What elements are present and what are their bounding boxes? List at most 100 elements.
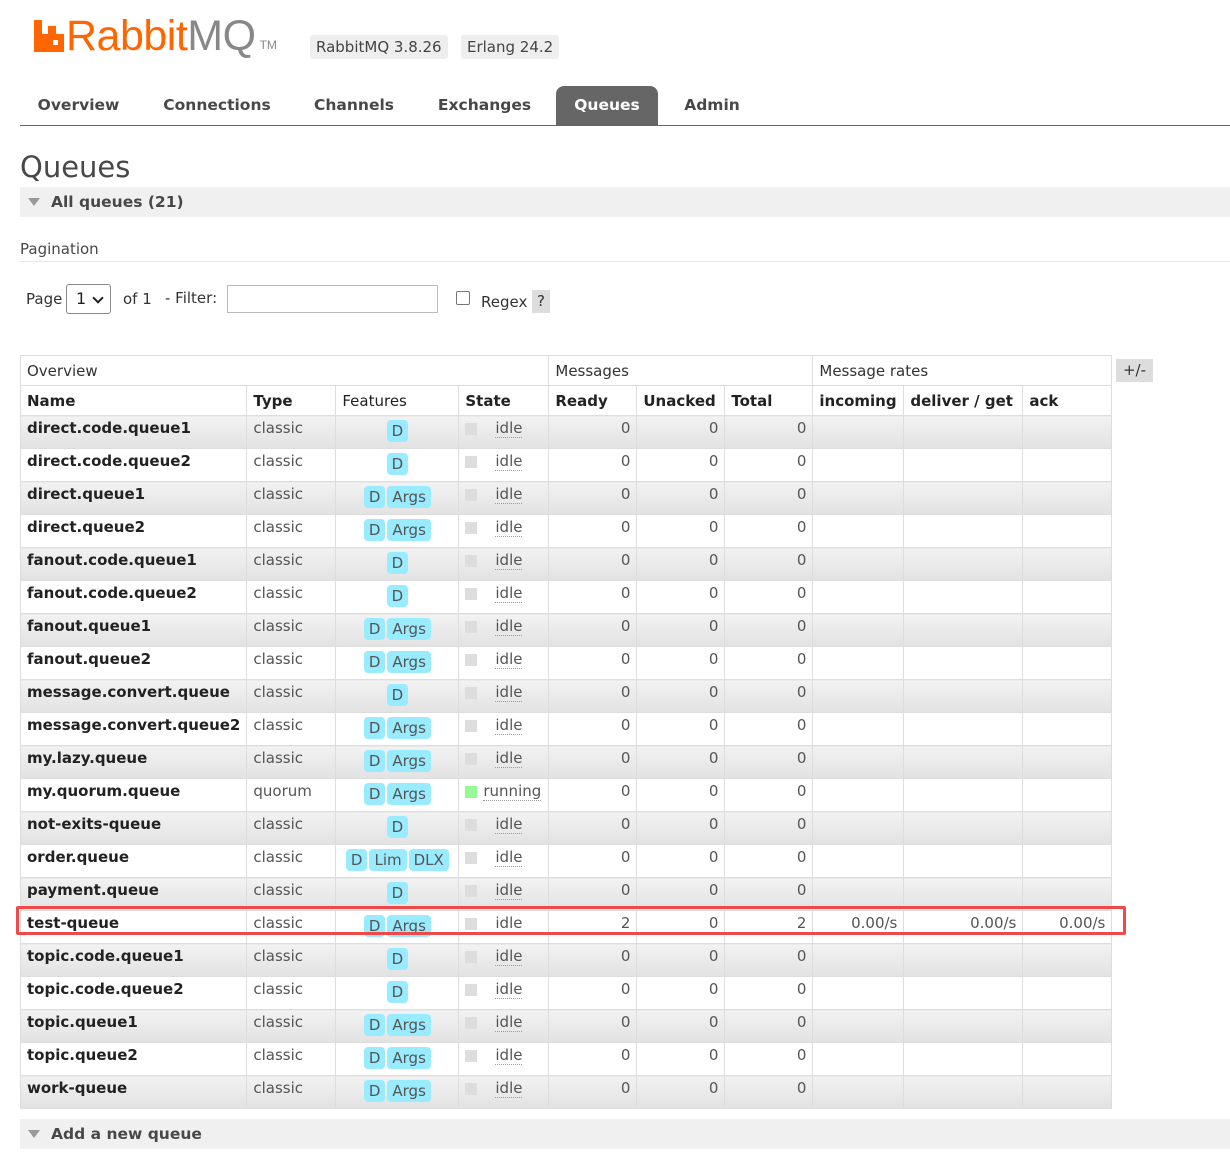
- queue-name-link[interactable]: topic.code.queue2: [19, 976, 248, 1010]
- queue-name-link[interactable]: direct.code.queue1: [19, 415, 248, 449]
- tab-queues[interactable]: Queues: [556, 86, 658, 125]
- feature-badge: D: [386, 816, 409, 838]
- ack-rate: [1022, 514, 1113, 548]
- filter-input[interactable]: [227, 285, 438, 313]
- queue-type: classic: [246, 976, 337, 1010]
- queue-name-link[interactable]: topic.queue2: [19, 1042, 248, 1076]
- queue-name-link[interactable]: work-queue: [19, 1075, 248, 1109]
- tab-exchanges[interactable]: Exchanges: [425, 86, 544, 125]
- queue-name-link[interactable]: my.lazy.queue: [19, 745, 248, 779]
- regex-checkbox[interactable]: [456, 291, 470, 305]
- table-row: direct.queue2 classic D Args idle 0 0 0: [19, 514, 1113, 548]
- deliver-get-rate: [903, 613, 1024, 647]
- queue-name-link[interactable]: topic.queue1: [19, 1009, 248, 1043]
- unacked-count: 0: [636, 547, 726, 581]
- state-indicator-icon: [465, 1082, 478, 1095]
- queue-features: D Args: [335, 1042, 460, 1076]
- incoming-rate: [812, 877, 905, 911]
- queue-type: classic: [246, 481, 337, 515]
- table-row: work-queue classic D Args idle 0 0 0: [19, 1075, 1113, 1109]
- table-row: topic.queue2 classic D Args idle 0 0 0: [19, 1042, 1113, 1076]
- queue-name-link[interactable]: fanout.queue1: [19, 613, 248, 647]
- queue-name-link[interactable]: fanout.queue2: [19, 646, 248, 680]
- queue-state: idle: [458, 448, 550, 482]
- unacked-count: 0: [636, 712, 726, 746]
- feature-badge: D: [363, 750, 386, 772]
- queue-name-link[interactable]: direct.code.queue2: [19, 448, 248, 482]
- column-header-name[interactable]: Name: [19, 385, 248, 416]
- deliver-get-rate: [903, 1009, 1024, 1043]
- group-header-message-rates: Message rates: [812, 355, 1113, 386]
- queue-name-link[interactable]: payment.queue: [19, 877, 248, 911]
- table-row: topic.code.queue1 classic Didle 0 0 0: [19, 943, 1113, 977]
- column-header-unacked[interactable]: Unacked: [636, 385, 726, 416]
- queue-name-link[interactable]: direct.queue2: [19, 514, 248, 548]
- queue-name-link[interactable]: fanout.code.queue1: [19, 547, 248, 581]
- page-title: Queues: [20, 150, 131, 184]
- group-header-messages: Messages: [548, 355, 814, 386]
- column-header-deliver-get[interactable]: deliver / get: [903, 385, 1024, 416]
- tab-connections[interactable]: Connections: [150, 86, 284, 125]
- ack-rate: [1022, 679, 1113, 713]
- column-header-incoming[interactable]: incoming: [812, 385, 905, 416]
- queue-name-link[interactable]: fanout.code.queue2: [19, 580, 248, 614]
- queue-name-link[interactable]: direct.queue1: [19, 481, 248, 515]
- queue-name-link[interactable]: topic.code.queue1: [19, 943, 248, 977]
- queue-name-link[interactable]: test-queue: [19, 910, 248, 944]
- queue-name-link[interactable]: order.queue: [19, 844, 248, 878]
- total-count: 0: [724, 415, 814, 449]
- queue-features: D: [335, 877, 460, 911]
- deliver-get-rate: [903, 514, 1024, 548]
- queue-type: classic: [246, 1075, 337, 1109]
- feature-badge: Args: [387, 519, 431, 541]
- unacked-count: 0: [636, 811, 726, 845]
- unacked-count: 0: [636, 778, 726, 812]
- incoming-rate: [812, 1042, 905, 1076]
- table-row: fanout.code.queue2 classic Didle 0 0 0: [19, 580, 1113, 614]
- state-label: idle: [495, 815, 523, 834]
- tab-channels[interactable]: Channels: [302, 86, 406, 125]
- state-indicator-icon: [465, 1016, 478, 1029]
- add-queue-toggle[interactable]: Add a new queue: [20, 1119, 1230, 1149]
- page-select[interactable]: 1: [66, 284, 111, 314]
- table-row: topic.queue1 classic D Args idle 0 0 0: [19, 1009, 1113, 1043]
- state-indicator-icon: [465, 686, 478, 699]
- logo-text-rabbit: Rabbit: [66, 12, 188, 60]
- queue-name-link[interactable]: my.quorum.queue: [19, 778, 248, 812]
- unacked-count: 0: [636, 1009, 726, 1043]
- state-indicator-icon: [465, 851, 478, 864]
- incoming-rate: [812, 1009, 905, 1043]
- feature-badge: D: [386, 882, 409, 904]
- incoming-rate: [812, 514, 905, 548]
- column-header-ready[interactable]: Ready: [548, 385, 638, 416]
- feature-badge: Args: [387, 486, 431, 508]
- incoming-rate: [812, 745, 905, 779]
- rabbitmq-logo[interactable]: Rabbit MQ TM: [34, 14, 277, 58]
- queue-state: idle: [458, 679, 550, 713]
- queue-name-link[interactable]: message.convert.queue: [19, 679, 248, 713]
- feature-badge: Args: [387, 717, 431, 739]
- column-header-ack[interactable]: ack: [1022, 385, 1113, 416]
- page-label: Page: [26, 290, 63, 308]
- regex-help-button[interactable]: ?: [532, 290, 550, 313]
- tab-admin[interactable]: Admin: [676, 86, 748, 125]
- queue-name-link[interactable]: message.convert.queue2: [19, 712, 248, 746]
- column-header-state[interactable]: State: [458, 385, 550, 416]
- queue-type: classic: [246, 646, 337, 680]
- unacked-count: 0: [636, 448, 726, 482]
- incoming-rate: [812, 448, 905, 482]
- queue-name-link[interactable]: not-exits-queue: [19, 811, 248, 845]
- incoming-rate: [812, 580, 905, 614]
- column-header-total[interactable]: Total: [724, 385, 814, 416]
- total-count: 2: [724, 910, 814, 944]
- queue-features: D: [335, 415, 460, 449]
- deliver-get-rate: [903, 712, 1024, 746]
- queue-type: classic: [246, 1009, 337, 1043]
- all-queues-toggle[interactable]: All queues (21): [20, 187, 1230, 217]
- state-label: idle: [495, 419, 523, 438]
- toggle-columns-button[interactable]: +/-: [1116, 359, 1153, 382]
- tab-overview[interactable]: Overview: [20, 86, 137, 125]
- column-header-type[interactable]: Type: [246, 385, 337, 416]
- state-indicator-icon: [465, 620, 478, 633]
- queue-type: classic: [246, 613, 337, 647]
